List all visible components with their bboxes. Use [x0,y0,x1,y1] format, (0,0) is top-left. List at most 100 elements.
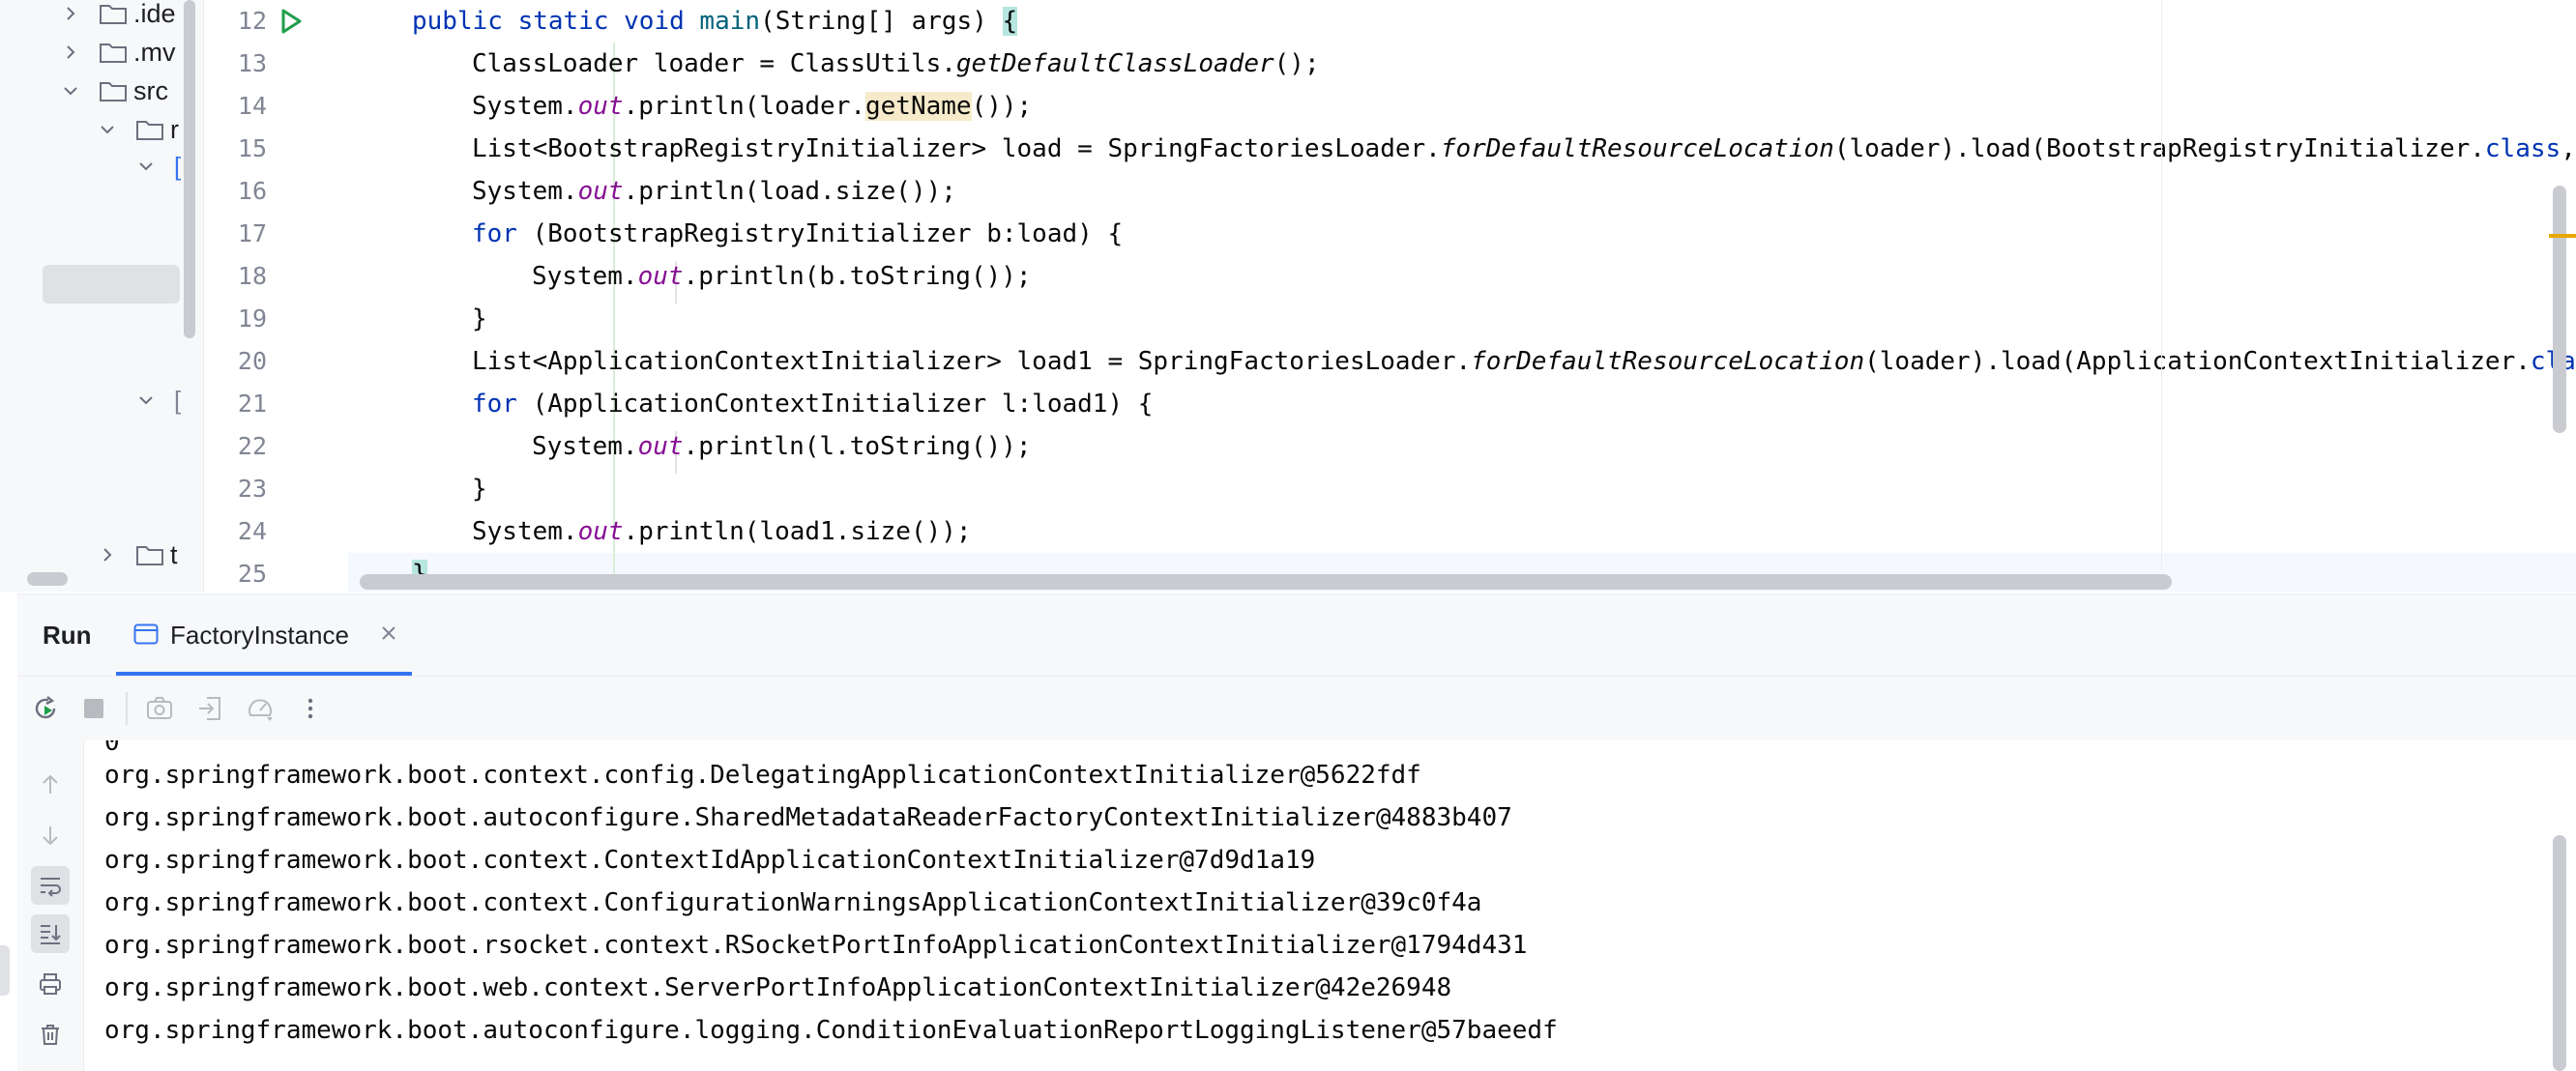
code-line-21: for (ApplicationContextInitializer l:loa… [472,383,1153,425]
code-token: .println(loader. [623,92,865,121]
clear-all-button[interactable] [31,1015,70,1054]
code-token: (loader).load(BootstrapRegistryInitializ… [1833,134,2485,163]
folder-icon [99,41,128,64]
code-token: (ApplicationContextInitializer l:load1) … [516,390,1154,419]
code-line-16: System.out.println(load.size()); [472,170,956,213]
run-main-icon[interactable] [275,6,306,37]
chevron-right-icon[interactable] [60,42,81,63]
chevron-down-icon[interactable] [97,119,118,140]
code-token: , [2561,134,2576,163]
code-token: { [1002,7,1018,36]
code-line-14: System.out.println(loader.getName()); [472,85,1032,128]
tree-item-idea[interactable]: .ide [60,0,176,33]
console-output[interactable]: 0 org.springframework.boot.context.confi… [85,740,2576,1071]
code-token: .println(l.toString()); [683,432,1032,461]
chevron-down-icon[interactable] [135,156,157,177]
chevron-right-icon[interactable] [60,3,81,24]
code-token: (loader).load(ApplicationContextInitiali… [1864,347,2531,376]
print-button[interactable] [31,965,70,1003]
close-icon[interactable] [377,622,400,645]
code-token: out [637,432,684,461]
tree-item-mvn[interactable]: .mv [60,33,176,72]
code-token: List<ApplicationContextInitializer> load… [472,347,1472,376]
code-token: } [472,475,487,504]
code-line-22: System.out.println(l.toString()); [532,425,1032,468]
code-token: forDefaultResourceLocation [1440,134,1834,163]
soft-wrap-icon [41,878,61,897]
tree-item-label: t [170,539,178,569]
resources-folder-icon: [ [174,385,182,415]
tree-selection-highlight [43,265,180,304]
code-token: for [472,390,517,419]
code-line-13: ClassLoader loader = ClassUtils.getDefau… [472,43,1320,85]
more-options-button[interactable] [292,690,329,727]
active-tab-indicator [116,672,412,676]
folder-icon [135,543,164,566]
arrow-up-icon [43,774,58,794]
chevron-right-icon[interactable] [97,544,118,565]
tree-horizontal-scrollbar[interactable] [27,572,68,586]
tree-item-main[interactable]: r [97,110,179,149]
stop-icon [84,699,103,718]
code-token: System. [472,177,578,206]
code-token: getDefaultClassLoader [955,49,1274,78]
folder-icon [99,79,128,102]
line-number: 22 [237,432,267,460]
code-token: out [577,92,624,121]
rerun-button[interactable] [27,690,64,727]
exit-icon [199,697,220,720]
soft-wrap-toggle[interactable] [31,866,70,905]
code-token: for [472,219,517,248]
console-line: org.springframework.boot.rsocket.context… [104,931,1528,960]
tree-item-label: r [170,114,179,144]
right-margin-guide [2161,0,2162,570]
dump-threads-button[interactable] [141,690,178,727]
source-folder-icon: [ [174,151,182,181]
tab-factory-instance[interactable]: FactoryInstance [116,594,412,676]
tab-label: FactoryInstance [170,621,349,650]
warning-stripe-mark[interactable] [2549,234,2576,238]
left-edge-handle[interactable] [0,945,10,996]
console-line: org.springframework.boot.context.Configu… [104,888,1482,917]
scroll-down-button[interactable] [31,816,70,854]
scroll-to-end-toggle[interactable] [31,914,70,953]
scroll-up-button[interactable] [31,766,70,804]
exit-button[interactable] [191,690,228,727]
code-editor[interactable]: 12 13 14 15 16 17 18 19 20 21 22 23 24 2… [205,0,2576,592]
tree-item-resources[interactable]: [ [135,381,181,420]
line-number: 18 [237,262,267,290]
code-token: System. [532,432,638,461]
code-line-24: System.out.println(load1.size()); [472,510,972,553]
code-token: .println(load1.size()); [623,517,972,546]
line-number: 13 [237,49,267,77]
code-line-18: System.out.println(b.toString()); [532,255,1032,298]
code-token: System. [532,262,638,291]
code-token: } [472,304,487,333]
run-config-icon [133,623,159,645]
chevron-down-icon[interactable] [135,390,157,411]
profiler-button[interactable] [242,690,278,727]
code-token: ClassLoader loader = ClassUtils. [472,49,956,78]
run-tool-window-header: Run FactoryInstance [17,593,2576,677]
tree-item-label: src [133,75,168,105]
code-token: class [2484,134,2561,163]
stop-button[interactable] [75,690,112,727]
editor-gutter: 12 13 14 15 16 17 18 19 20 21 22 23 24 2… [205,0,348,592]
speedometer-icon [249,699,273,721]
tree-item-java[interactable]: [ [135,147,181,186]
console-line: org.springframework.boot.context.Context… [104,846,1316,875]
tree-item-label: .mv [133,37,176,67]
editor-vertical-scrollbar[interactable] [2553,186,2566,433]
editor-horizontal-scrollbar[interactable] [360,574,2172,590]
tree-vertical-scrollbar[interactable] [184,0,195,338]
rerun-icon [35,696,56,719]
scroll-to-end-icon [41,925,61,944]
tree-item-test[interactable]: t [97,536,178,574]
console-vertical-scrollbar[interactable] [2553,835,2566,1071]
code-area[interactable]: public static void main(String[] args) {… [350,0,2576,592]
tree-item-src[interactable]: src [60,72,168,110]
toolbar-separator [126,692,128,725]
code-token: System. [472,517,578,546]
chevron-down-icon[interactable] [60,80,81,101]
line-number: 15 [237,134,267,162]
